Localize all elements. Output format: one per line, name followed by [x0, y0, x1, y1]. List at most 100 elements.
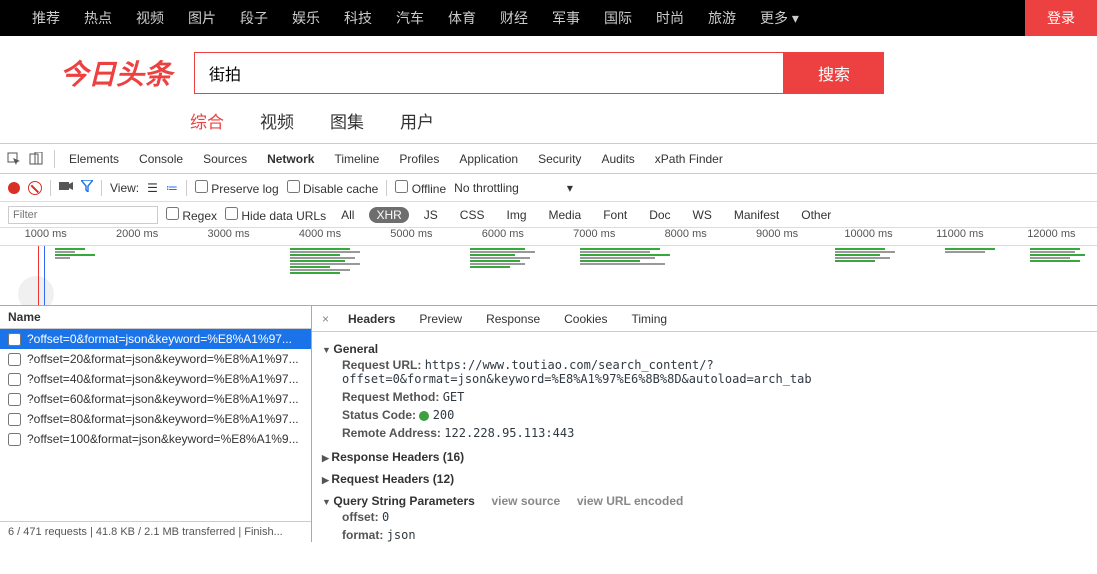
request-row[interactable]: ?offset=80&format=json&keyword=%E8%A1%97…	[0, 409, 311, 429]
remote-address: 122.228.95.113:443	[444, 426, 574, 440]
nav-item[interactable]: 视频	[124, 0, 176, 36]
nav-item[interactable]: 娱乐	[280, 0, 332, 36]
nav-item[interactable]: 推荐	[20, 0, 72, 36]
type-font[interactable]: Font	[596, 207, 634, 223]
panel-audits[interactable]: Audits	[591, 144, 644, 174]
panel-application[interactable]: Application	[449, 144, 528, 174]
nav-more[interactable]: 更多 ▾	[748, 0, 811, 36]
request-list: Name ?offset=0&format=json&keyword=%E8%A…	[0, 306, 312, 542]
close-icon[interactable]: ×	[316, 312, 335, 326]
detail-tabs: × Headers Preview Response Cookies Timin…	[312, 306, 1097, 332]
separator	[54, 150, 55, 168]
status-ok-icon	[419, 411, 429, 421]
query-string-title[interactable]: Query String Parameters view source view…	[322, 494, 1087, 508]
nav-item[interactable]: 热点	[72, 0, 124, 36]
chevron-down-icon[interactable]: ▾	[567, 181, 573, 195]
inspect-icon[interactable]	[6, 151, 22, 167]
type-css[interactable]: CSS	[453, 207, 492, 223]
nav-item[interactable]: 时尚	[644, 0, 696, 36]
request-row[interactable]: ?offset=20&format=json&keyword=%E8%A1%97…	[0, 349, 311, 369]
type-other[interactable]: Other	[794, 207, 838, 223]
nav-item[interactable]: 汽车	[384, 0, 436, 36]
panel-elements[interactable]: Elements	[59, 144, 129, 174]
request-headers-section[interactable]: Request Headers (12)	[322, 468, 1087, 490]
type-js[interactable]: JS	[417, 207, 445, 223]
hide-dataurl-toggle[interactable]: Hide data URLs	[225, 207, 326, 223]
type-media[interactable]: Media	[542, 207, 589, 223]
network-toolbar: View: ☰ ≔ Preserve log Disable cache Off…	[0, 174, 1097, 202]
tab-gallery[interactable]: 图集	[330, 108, 364, 133]
network-panel-body: Name ?offset=0&format=json&keyword=%E8%A…	[0, 306, 1097, 542]
view-url-encoded-link[interactable]: view URL encoded	[577, 494, 683, 508]
site-header: 今日头条 搜索	[0, 36, 1097, 104]
site-top-nav: 推荐 热点 视频 图片 段子 娱乐 科技 汽车 体育 财经 军事 国际 时尚 旅…	[0, 0, 1097, 36]
record-icon[interactable]	[8, 182, 20, 194]
type-img[interactable]: Img	[499, 207, 533, 223]
request-row[interactable]: ?offset=0&format=json&keyword=%E8%A1%97.…	[0, 329, 311, 349]
filter-input[interactable]	[8, 206, 158, 224]
domcontentloaded-marker	[38, 246, 39, 305]
search-box: 搜索	[194, 52, 884, 94]
separator	[186, 180, 187, 196]
status-code: 200	[433, 408, 455, 422]
detail-tab-headers[interactable]: Headers	[337, 306, 406, 332]
nav-item[interactable]: 科技	[332, 0, 384, 36]
nav-item[interactable]: 旅游	[696, 0, 748, 36]
view-source-link[interactable]: view source	[492, 494, 561, 508]
type-ws[interactable]: WS	[686, 207, 719, 223]
request-row[interactable]: ?offset=100&format=json&keyword=%E8%A1%9…	[0, 429, 311, 449]
tab-video[interactable]: 视频	[260, 108, 294, 133]
general-section: General Request URL: https://www.toutiao…	[322, 338, 1087, 446]
login-button[interactable]: 登录	[1025, 0, 1097, 36]
panel-network[interactable]: Network	[257, 144, 324, 174]
panel-security[interactable]: Security	[528, 144, 591, 174]
search-button[interactable]: 搜索	[784, 52, 884, 94]
request-list-header[interactable]: Name	[0, 306, 311, 329]
clear-icon[interactable]	[28, 181, 42, 195]
type-manifest[interactable]: Manifest	[727, 207, 786, 223]
view-small-icon[interactable]: ≔	[166, 181, 178, 195]
load-marker	[44, 246, 45, 305]
request-method: GET	[443, 390, 465, 404]
tab-comprehensive[interactable]: 综合	[190, 108, 224, 133]
request-detail: × Headers Preview Response Cookies Timin…	[312, 306, 1097, 542]
detail-tab-response[interactable]: Response	[475, 306, 551, 332]
camera-icon[interactable]	[59, 180, 73, 195]
view-label: View:	[110, 181, 139, 195]
search-input[interactable]	[194, 52, 784, 94]
nav-item[interactable]: 军事	[540, 0, 592, 36]
request-row[interactable]: ?offset=60&format=json&keyword=%E8%A1%97…	[0, 389, 311, 409]
general-title[interactable]: General	[322, 342, 1087, 356]
tab-user[interactable]: 用户	[400, 108, 434, 133]
response-headers-section[interactable]: Response Headers (16)	[322, 446, 1087, 468]
throttle-select[interactable]: No throttling	[454, 181, 519, 195]
panel-xpath[interactable]: xPath Finder	[645, 144, 733, 174]
detail-tab-timing[interactable]: Timing	[620, 306, 678, 332]
type-doc[interactable]: Doc	[642, 207, 677, 223]
preserve-log-toggle[interactable]: Preserve log	[195, 180, 279, 196]
view-large-icon[interactable]: ☰	[147, 181, 158, 195]
type-all[interactable]: All	[334, 207, 361, 223]
device-icon[interactable]	[28, 151, 44, 167]
panel-sources[interactable]: Sources	[193, 144, 257, 174]
type-xhr[interactable]: XHR	[369, 207, 408, 223]
nav-item[interactable]: 段子	[228, 0, 280, 36]
panel-timeline[interactable]: Timeline	[324, 144, 389, 174]
panel-profiles[interactable]: Profiles	[389, 144, 449, 174]
detail-tab-cookies[interactable]: Cookies	[553, 306, 618, 332]
network-waterfall[interactable]: 1000 ms2000 ms3000 ms4000 ms5000 ms6000 …	[0, 228, 1097, 306]
network-filter-row: Regex Hide data URLs All XHR JS CSS Img …	[0, 202, 1097, 228]
nav-item[interactable]: 体育	[436, 0, 488, 36]
detail-tab-preview[interactable]: Preview	[408, 306, 473, 332]
panel-console[interactable]: Console	[129, 144, 193, 174]
regex-toggle[interactable]: Regex	[166, 207, 217, 223]
request-row[interactable]: ?offset=40&format=json&keyword=%E8%A1%97…	[0, 369, 311, 389]
nav-item[interactable]: 国际	[592, 0, 644, 36]
nav-item[interactable]: 财经	[488, 0, 540, 36]
waterfall-overview-lens[interactable]	[18, 276, 54, 306]
nav-item[interactable]: 图片	[176, 0, 228, 36]
filter-icon[interactable]	[81, 180, 93, 195]
disable-cache-toggle[interactable]: Disable cache	[287, 180, 379, 196]
offline-toggle[interactable]: Offline	[395, 180, 446, 196]
separator	[386, 180, 387, 196]
